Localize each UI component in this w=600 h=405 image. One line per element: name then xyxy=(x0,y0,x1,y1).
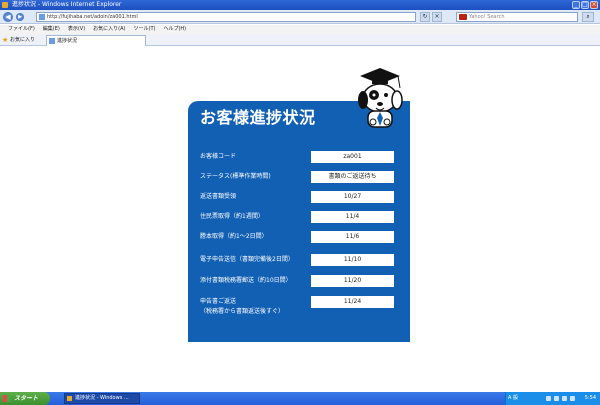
taskbar-item-ie[interactable]: 進捗状況 - Windows ... xyxy=(64,393,140,404)
tab-current[interactable]: 進捗状況 xyxy=(46,35,146,46)
windows-logo-icon xyxy=(3,395,11,402)
stop-icon[interactable]: × xyxy=(432,12,442,22)
menu-edit[interactable]: 編集(E) xyxy=(43,25,60,34)
menu-file[interactable]: ファイル(F) xyxy=(8,25,35,34)
page-icon xyxy=(39,14,45,20)
menu-view[interactable]: 表示(V) xyxy=(68,25,85,34)
ie-task-icon xyxy=(67,396,72,401)
ime-indicator[interactable]: A 般 xyxy=(508,392,518,405)
row-label: 住民票取得（約1週間） xyxy=(200,213,264,220)
row-label: お客様コード xyxy=(200,153,237,160)
tab-page-icon xyxy=(49,38,55,44)
title-bar: 進捗状況 - Windows Internet Explorer _ □ × xyxy=(0,0,600,10)
start-button[interactable]: スタート xyxy=(0,392,50,405)
search-input[interactable]: Yahoo! Search xyxy=(456,12,578,22)
favorites-label: お気に入り xyxy=(10,37,36,43)
maximize-button[interactable]: □ xyxy=(581,1,589,9)
refresh-icon[interactable]: ↻ xyxy=(420,12,430,22)
row-e-filing: 電子申告送信（書類完備後2日間） 11/10 xyxy=(188,253,410,267)
tab-title: 進捗状況 xyxy=(57,38,78,44)
row-attachment-mailing: 添付書類税務署郵送（約10日間） 11/20 xyxy=(188,274,410,288)
ie-app-icon xyxy=(2,2,8,8)
row-customer-code: お客様コード za001 xyxy=(188,150,410,164)
row-value: 11/20 xyxy=(311,275,394,287)
menu-favorites[interactable]: お気に入り(A) xyxy=(93,25,125,34)
row-resident-cert: 住民票取得（約1週間） 11/4 xyxy=(188,210,410,224)
row-value: 11/10 xyxy=(311,254,394,266)
address-bar: ◀ ▶ http://fujihaba.net/adoin/za001.html… xyxy=(0,10,600,24)
browser-window: 進捗状況 - Windows Internet Explorer _ □ × ◀… xyxy=(0,0,600,405)
tab-bar: ★ お気に入り 進捗状況 xyxy=(0,34,600,46)
row-value: 11/6 xyxy=(311,231,394,243)
row-label: 返送書類受領 xyxy=(200,193,237,200)
row-status: ステータス(標準作業時間) 書類のご返送待ち xyxy=(188,170,410,184)
tray-icon[interactable] xyxy=(570,396,575,401)
row-label: 電子申告送信（書類完備後2日間） xyxy=(200,256,294,263)
search-button[interactable]: ⌕ xyxy=(582,12,594,22)
system-tray: A 般 5:54 xyxy=(505,392,600,405)
url-field[interactable]: http://fujihaba.net/adoin/za001.html xyxy=(36,12,416,22)
row-family-register: 謄本取得（約1〜2日間） 11/6 xyxy=(188,230,410,244)
row-label-sub: （税務署から書類返送後すぐ） xyxy=(200,308,285,315)
row-value: 書類のご返送待ち xyxy=(311,171,394,183)
row-value: 11/4 xyxy=(311,211,394,223)
search-placeholder: Yahoo! Search xyxy=(469,14,505,20)
row-returned-docs: 返送書類受領 10/27 xyxy=(188,190,410,204)
tray-icon[interactable] xyxy=(562,396,567,401)
back-button[interactable]: ◀ xyxy=(3,12,13,22)
menu-bar: ファイル(F) 編集(E) 表示(V) お気に入り(A) ツール(T) ヘルプ(… xyxy=(0,25,600,34)
menu-help[interactable]: ヘルプ(H) xyxy=(163,25,186,34)
card-title: お客様進捗状況 xyxy=(200,108,316,127)
minimize-button[interactable]: _ xyxy=(572,1,580,9)
row-value: 11/24 xyxy=(311,296,394,308)
task-label: 進捗状況 - Windows ... xyxy=(75,395,129,401)
progress-card: お客様進捗状況 お客様コード za001 ステータス(標準作業時間) 書類のご返… xyxy=(188,101,410,342)
yahoo-logo-icon xyxy=(459,14,467,20)
tray-icon[interactable] xyxy=(546,396,551,401)
row-value: 10/27 xyxy=(311,191,394,203)
menu-tools[interactable]: ツール(T) xyxy=(134,25,156,34)
row-label: 添付書類税務署郵送（約10日間） xyxy=(200,277,292,284)
close-button[interactable]: × xyxy=(590,1,598,9)
forward-button[interactable]: ▶ xyxy=(16,13,24,21)
row-value: za001 xyxy=(311,151,394,163)
window-title: 進捗状況 - Windows Internet Explorer xyxy=(12,1,122,8)
url-text: http://fujihaba.net/adoin/za001.html xyxy=(47,14,138,20)
page-content: お客様進捗状況 お客様コード za001 ステータス(標準作業時間) 書類のご返… xyxy=(0,46,600,392)
favorites-button[interactable]: ★ お気に入り xyxy=(2,36,35,44)
star-icon: ★ xyxy=(2,36,9,44)
row-return-of-return: 申告書ご返送 （税務署から書類返送後すぐ） 11/24 xyxy=(188,295,410,321)
clock: 5:54 xyxy=(584,395,596,401)
taskbar: スタート 進捗状況 - Windows ... A 般 5:54 xyxy=(0,392,600,405)
start-label: スタート xyxy=(14,395,39,402)
row-label: ステータス(標準作業時間) xyxy=(200,173,271,180)
dog-mascot-icon xyxy=(358,68,403,128)
tray-icon[interactable] xyxy=(554,396,559,401)
row-label: 謄本取得（約1〜2日間） xyxy=(200,233,268,240)
